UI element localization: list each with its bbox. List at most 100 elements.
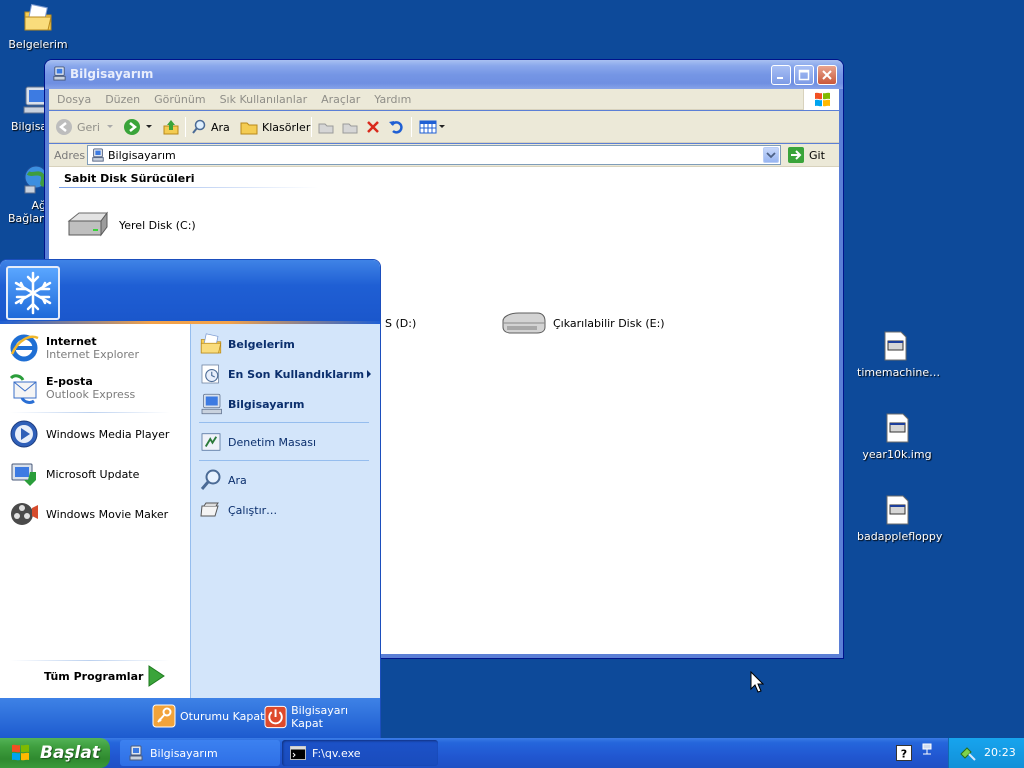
start-menu-right-pane: Belgelerim En Son Kullandıklarım Bilgisa…	[190, 324, 380, 698]
menu-edit[interactable]: Düzen	[97, 89, 146, 106]
pinned-email[interactable]: E-posta Outlook Express	[8, 372, 135, 404]
maximize-button[interactable]	[794, 65, 814, 85]
delete-button[interactable]	[365, 116, 381, 138]
desktop-icon-badapplefloppy[interactable]: badapplefloppy	[857, 494, 942, 543]
move-to-button[interactable]	[317, 116, 335, 138]
chevron-down-icon	[106, 125, 113, 128]
standard-toolbar: Geri Ara Klasörler	[49, 111, 839, 143]
desktop-icon-year10k[interactable]: year10k.img	[859, 412, 935, 461]
pinned-internet[interactable]: Internet Internet Explorer	[8, 332, 139, 364]
system-tray: 20:23	[948, 738, 1024, 768]
program-title: Windows Media Player	[46, 427, 170, 441]
pinned-title: E-posta	[46, 375, 93, 388]
desktop-icon-label: year10k.img	[862, 448, 932, 461]
places-label: Bilgisayarım	[228, 397, 305, 411]
chevron-down-icon	[146, 125, 152, 128]
places-recent-documents[interactable]: En Son Kullandıklarım	[199, 362, 371, 386]
back-button[interactable]: Geri	[55, 116, 116, 138]
places-my-documents[interactable]: Belgelerim	[199, 332, 295, 356]
go-arrow-icon	[788, 147, 804, 163]
desktop-icon-label: Bilgisay	[11, 120, 46, 133]
recent-microsoft-update[interactable]: Microsoft Update	[8, 458, 139, 490]
views-button[interactable]	[419, 116, 447, 138]
safely-remove-hardware-icon[interactable]	[959, 744, 977, 762]
chevron-down-icon	[439, 125, 445, 128]
movie-maker-icon	[11, 503, 38, 525]
places-label: Denetim Masası	[228, 435, 317, 449]
places-control-panel[interactable]: Denetim Masası	[199, 430, 316, 454]
copy-to-button[interactable]	[341, 116, 359, 138]
places-run[interactable]: Çalıştır…	[199, 498, 277, 522]
places-search[interactable]: Ara	[199, 468, 247, 492]
go-button[interactable]: Git	[787, 146, 825, 164]
address-input[interactable]: Bilgisayarım	[87, 145, 781, 165]
recent-windows-movie-maker[interactable]: Windows Movie Maker	[8, 498, 168, 530]
address-dropdown-button[interactable]	[763, 147, 779, 163]
menu-view[interactable]: Görünüm	[146, 89, 211, 106]
chevron-down-icon	[766, 152, 776, 159]
shutdown-button[interactable]: Bilgisayarı Kapat	[264, 704, 380, 730]
up-folder-button[interactable]	[162, 116, 180, 138]
network-icon	[24, 165, 46, 194]
desktop-icon-my-computer[interactable]: Bilgisay	[8, 84, 46, 133]
all-programs-arrow-icon[interactable]	[146, 664, 166, 688]
desktop-icon-my-documents[interactable]: Belgelerim	[0, 2, 76, 51]
logoff-label: Oturumu Kapat	[180, 709, 265, 723]
user-avatar[interactable]	[6, 266, 60, 320]
window-titlebar[interactable]: Bilgisayarım	[45, 60, 843, 89]
folder-icon	[240, 122, 258, 135]
close-button[interactable]	[817, 65, 837, 85]
snowflake-icon	[14, 271, 52, 315]
places-label: En Son Kullandıklarım	[228, 367, 365, 381]
my-computer-icon	[201, 393, 222, 415]
clock[interactable]: 20:23	[984, 746, 1016, 759]
toolbar-separator	[185, 117, 186, 137]
desktop-icon-label: Bağlant	[8, 212, 46, 225]
media-player-icon	[10, 420, 38, 448]
menu-tools[interactable]: Araçlar	[313, 89, 366, 106]
hard-disk-icon	[67, 211, 108, 237]
key-icon	[152, 704, 176, 728]
start-label: Başlat	[40, 743, 100, 763]
start-button[interactable]: Başlat	[0, 738, 110, 768]
forward-arrow-icon	[124, 119, 140, 135]
toolbar-separator	[411, 117, 412, 137]
maximize-icon	[798, 69, 810, 81]
undo-button[interactable]	[388, 116, 404, 138]
menu-file[interactable]: Dosya	[49, 89, 97, 106]
drive-c[interactable]: Yerel Disk (C:)	[65, 209, 196, 241]
search-button[interactable]: Ara	[191, 116, 230, 138]
drive-label: Yerel Disk (C:)	[119, 218, 196, 232]
drive-e[interactable]: Çıkarılabilir Disk (E:)	[499, 307, 665, 339]
console-icon	[290, 746, 306, 760]
outlook-express-icon	[9, 374, 37, 404]
search-label: Ara	[211, 120, 230, 134]
recent-windows-media-player[interactable]: Windows Media Player	[8, 418, 169, 450]
help-icon[interactable]: ?	[896, 745, 912, 761]
desktop-icon-timemachine[interactable]: timemachine…	[857, 330, 940, 379]
copy-to-icon	[342, 123, 358, 134]
logoff-button[interactable]: Oturumu Kapat	[152, 704, 264, 728]
folders-button[interactable]: Klasörler	[240, 116, 310, 138]
desktop-icon-network[interactable]: Ağ Bağlant	[8, 163, 46, 225]
all-programs-label[interactable]: Tüm Programlar	[44, 670, 143, 683]
taskbar-button-explorer[interactable]: Bilgisayarım	[120, 740, 280, 766]
microsoft-update-icon	[11, 463, 36, 486]
window-title: Bilgisayarım	[70, 67, 154, 81]
forward-button[interactable]	[123, 116, 155, 138]
places-my-computer[interactable]: Bilgisayarım	[199, 392, 304, 416]
removable-disk-icon	[502, 312, 546, 334]
taskbar-button-console[interactable]: F:\qv.exe	[282, 740, 438, 766]
control-panel-icon	[201, 433, 221, 451]
menu-help[interactable]: Yardım	[366, 89, 417, 106]
svg-text:?: ?	[901, 748, 907, 761]
drive-d[interactable]: S (D:)	[379, 317, 416, 330]
address-bar: Adres Bilgisayarım Git	[49, 144, 839, 167]
program-title: Windows Movie Maker	[46, 507, 169, 521]
network-connection-icon[interactable]	[920, 743, 934, 759]
taskbar: Başlat Bilgisayarım F:\qv.exe ? 20:23	[0, 738, 1024, 768]
menu-favorites[interactable]: Sık Kullanılanlar	[212, 89, 314, 106]
minimize-button[interactable]	[771, 65, 791, 85]
up-folder-icon	[163, 120, 179, 135]
recent-documents-icon	[201, 364, 219, 384]
